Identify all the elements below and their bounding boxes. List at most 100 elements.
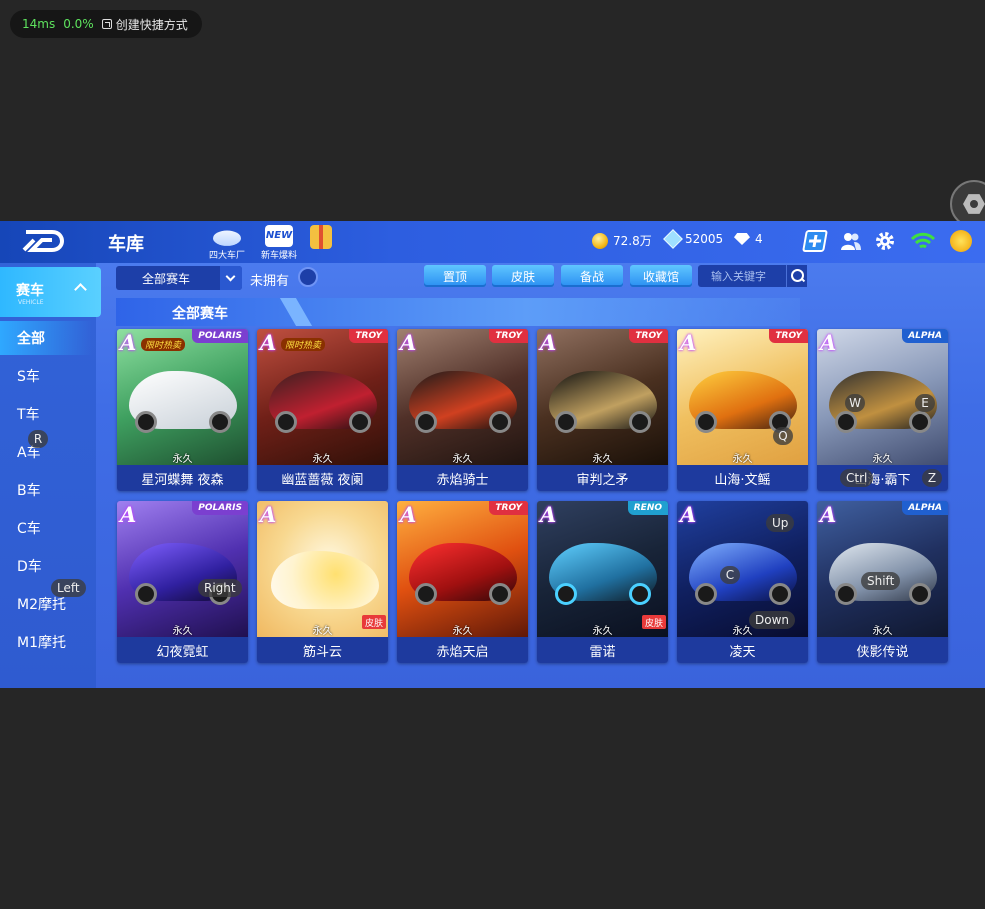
rank-badge: A xyxy=(540,330,557,355)
car-card[interactable]: A 限时热卖 TROY 永久 幽蓝蔷薇 夜阑 xyxy=(257,329,388,491)
brand-tag: TROY xyxy=(349,329,388,343)
car-name: 赤焰骑士 xyxy=(397,465,528,491)
car-name: 幽蓝蔷薇 夜阑 xyxy=(257,465,388,491)
shortcut-icon xyxy=(101,19,112,29)
wifi-icon xyxy=(910,232,936,249)
brand-tag: POLARIS xyxy=(192,329,248,343)
key-hint-z: Z xyxy=(922,469,942,487)
add-button[interactable] xyxy=(802,230,828,252)
sidebar: 赛车 VEHICLE 全部 S车 T车 A车 B车 C车 D车 M2摩托 M1摩… xyxy=(0,263,101,688)
car-name: 赤焰天启 xyxy=(397,637,528,663)
diamond-icon xyxy=(734,233,750,245)
key-hint-down: Down xyxy=(749,611,796,629)
rank-badge: A xyxy=(400,330,417,355)
key-hint-shift: Shift xyxy=(861,572,901,590)
car-card[interactable]: A 皮肤 永久 筋斗云 xyxy=(257,501,388,663)
key-hint-c: C xyxy=(720,566,740,584)
sidebar-item-b[interactable]: B车 xyxy=(0,473,92,507)
loss-readout: 0.0% xyxy=(63,17,94,31)
section-title: 全部赛车 xyxy=(172,306,228,322)
search-button[interactable] xyxy=(786,265,807,287)
performance-overlay: 14ms 0.0% 创建快捷方式 xyxy=(10,10,202,38)
brand-tag: RENO xyxy=(627,501,668,515)
create-shortcut-button[interactable]: 创建快捷方式 xyxy=(101,16,188,33)
vehicle-filter-dropdown[interactable]: 全部赛车 xyxy=(116,266,242,290)
new-badge-icon: NEW xyxy=(265,225,293,247)
not-owned-toggle[interactable] xyxy=(298,267,318,287)
sidebar-item-all[interactable]: 全部 xyxy=(0,321,92,355)
car-card[interactable]: A 限时热卖 POLARIS 永久 星河蝶舞 夜森 xyxy=(117,329,248,491)
rank-badge: A xyxy=(540,502,557,527)
ownership-status: 永久 xyxy=(872,454,893,465)
game-viewport: 车库 四大车厂 NEW 新车爆料 72.8万 52005 4 赛车 VEHICL… xyxy=(0,221,985,688)
promo-tag: 限时热卖 xyxy=(141,338,186,351)
sidebar-category-sub: VEHICLE xyxy=(18,299,44,306)
car-factory-icon xyxy=(213,230,241,246)
friends-icon[interactable] xyxy=(840,230,862,252)
search-input[interactable]: 输入关键字 xyxy=(698,265,786,287)
dropdown-value: 全部赛车 xyxy=(142,271,191,286)
not-owned-label: 未拥有 xyxy=(250,274,290,289)
sidebar-category-racing[interactable]: 赛车 VEHICLE xyxy=(0,267,101,317)
ownership-status: 永久 xyxy=(452,626,473,637)
status-icon[interactable] xyxy=(950,230,972,252)
ownership-status: 永久 xyxy=(172,626,193,637)
car-card[interactable]: A TROY 永久 审判之矛 xyxy=(537,329,668,491)
sidebar-item-c[interactable]: C车 xyxy=(0,511,92,545)
car-card[interactable]: A TROY 永久 赤焰骑士 xyxy=(397,329,528,491)
sidebar-item-s[interactable]: S车 xyxy=(0,359,92,393)
rank-badge: A xyxy=(680,330,697,355)
ownership-status: 永久 xyxy=(872,626,893,637)
car-card[interactable]: A RENO 皮肤 永久 雷诺 xyxy=(537,501,668,663)
key-hint-left: Left xyxy=(51,579,86,597)
car-card[interactable]: A TROY 永久 山海·文鳐 xyxy=(677,329,808,491)
brand-tag: TROY xyxy=(489,501,528,515)
rank-badge: A xyxy=(400,502,417,527)
gem-icon xyxy=(663,229,683,249)
game-logo-icon[interactable] xyxy=(22,228,64,254)
ownership-status: 永久 xyxy=(732,454,753,465)
car-name: 凌天 xyxy=(677,637,808,663)
brand-tag: TROY xyxy=(629,329,668,343)
ownership-status: 永久 xyxy=(312,454,333,465)
gear-icon[interactable] xyxy=(874,230,896,252)
new-car-news-button[interactable]: NEW 新车爆料 xyxy=(256,225,302,261)
rank-badge: A xyxy=(120,502,137,527)
create-shortcut-label: 创建快捷方式 xyxy=(115,17,188,32)
gift-box-icon xyxy=(310,225,332,249)
car-name: 星河蝶舞 夜森 xyxy=(117,465,248,491)
brand-tag: POLARIS xyxy=(192,501,248,515)
collection-button[interactable]: 收藏馆 xyxy=(630,265,692,287)
key-hint-r: R xyxy=(28,430,48,448)
car-name: 幻夜霓虹 xyxy=(117,637,248,663)
car-name: 审判之矛 xyxy=(537,465,668,491)
sidebar-category-label: 赛车 xyxy=(16,283,44,299)
brand-tag: ALPHA xyxy=(902,501,948,515)
chevron-up-icon xyxy=(74,283,87,296)
latency-readout: 14ms xyxy=(22,17,56,31)
brand-tag: ALPHA xyxy=(902,329,948,343)
prepare-button[interactable]: 备战 xyxy=(561,265,623,287)
gem-value: 52005 xyxy=(685,232,724,246)
key-hint-right: Right xyxy=(198,579,242,597)
diamond-value: 4 xyxy=(755,232,763,246)
rank-badge: A xyxy=(260,502,277,527)
promo-tag: 限时热卖 xyxy=(281,338,326,351)
car-name: 侠影传说 xyxy=(817,637,948,663)
rank-badge: A xyxy=(820,502,837,527)
sidebar-item-d[interactable]: D车 xyxy=(0,549,92,583)
sidebar-item-t[interactable]: T车 xyxy=(0,397,92,431)
ownership-status: 永久 xyxy=(592,626,613,637)
rank-badge: A xyxy=(820,330,837,355)
gem-counter: 52005 xyxy=(663,229,724,249)
settings-hex-icon xyxy=(963,194,985,214)
pin-top-button[interactable]: 置顶 xyxy=(424,265,486,287)
car-factory-button[interactable]: 四大车厂 xyxy=(204,225,250,261)
sidebar-item-m1[interactable]: M1摩托 xyxy=(0,625,92,659)
gift-button[interactable] xyxy=(298,225,344,250)
skin-button[interactable]: 皮肤 xyxy=(492,265,554,287)
car-name: 山海·文鳐 xyxy=(677,465,808,491)
key-hint-up: Up xyxy=(766,514,795,532)
car-card[interactable]: A TROY 永久 赤焰天启 xyxy=(397,501,528,663)
ownership-status: 永久 xyxy=(452,454,473,465)
